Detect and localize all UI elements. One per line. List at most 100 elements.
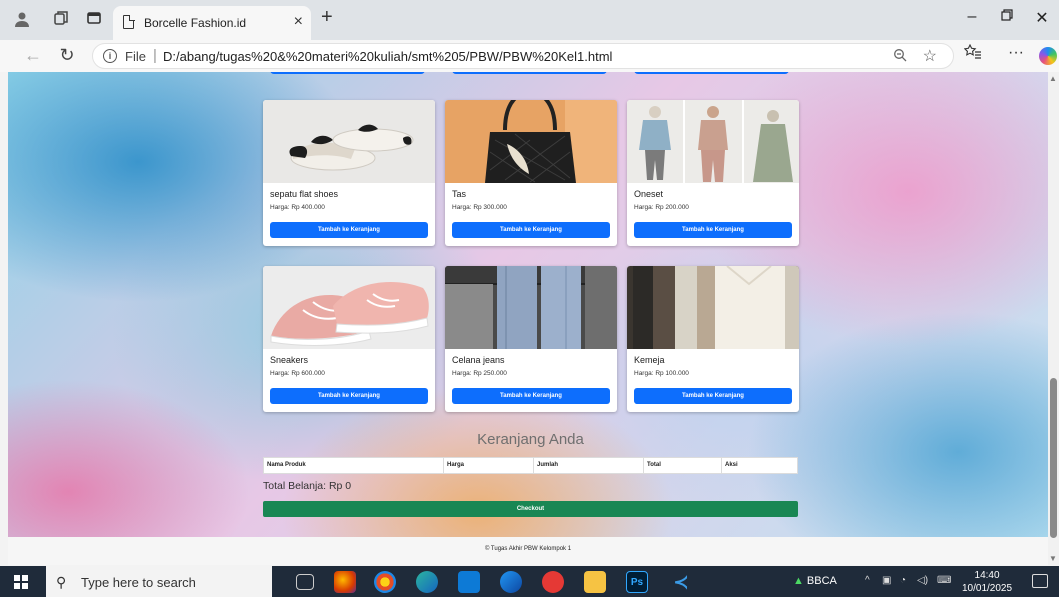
product-image-flat-shoes [263, 100, 435, 183]
product-image-bag [445, 100, 617, 183]
photoshop-icon[interactable]: Ps [626, 571, 648, 593]
stock-up-icon: ▲ [793, 575, 804, 587]
tab-actions-icon[interactable] [84, 10, 104, 30]
edge-icon[interactable] [416, 571, 438, 593]
product-price: Harga: Rp 300.000 [452, 204, 507, 211]
show-hidden-icons[interactable]: ^ [865, 575, 870, 586]
task-view-icon[interactable] [296, 574, 314, 590]
page-content: sepatu flat shoes Harga: Rp 400.000 Tamb… [8, 72, 1048, 537]
address-url[interactable]: D:/abang/tugas%20&%20materi%20kuliah/smt… [163, 49, 612, 64]
address-protocol-label: File [125, 49, 146, 64]
app-icon-colorful[interactable] [334, 571, 356, 593]
product-image-oneset [627, 100, 799, 183]
cart-column-header: Total [644, 458, 722, 473]
calculator-icon[interactable] [458, 571, 480, 593]
product-name: sepatu flat shoes [270, 189, 339, 199]
product-price: Harga: Rp 100.000 [634, 370, 689, 377]
vscode-icon[interactable]: ≺ [670, 571, 692, 593]
taskbar-search[interactable]: ⚲ Type here to search [46, 566, 272, 597]
new-tab-icon[interactable]: + [321, 6, 333, 29]
photos-icon[interactable] [500, 571, 522, 593]
profile-icon[interactable] [12, 10, 32, 30]
search-placeholder: Type here to search [81, 575, 196, 590]
taskbar-clock[interactable]: 14:40 10/01/2025 [962, 569, 1012, 595]
cart-column-header: Harga [444, 458, 534, 473]
notification-icon[interactable] [1032, 574, 1048, 588]
product-card: Tas Harga: Rp 300.000 Tambah ke Keranjan… [445, 100, 617, 246]
add-to-cart-button[interactable]: Tambah ke Keranjang [634, 222, 792, 238]
info-icon[interactable]: i [103, 49, 117, 63]
page-footer: © Tugas Akhir PBW Kelompok 1 [8, 537, 1048, 565]
restore-icon[interactable] [995, 8, 1019, 26]
product-image-shirts [627, 266, 799, 349]
network-icon[interactable]: ◔ [900, 575, 906, 586]
product-card: sepatu flat shoes Harga: Rp 400.000 Tamb… [263, 100, 435, 246]
cart-column-header: Nama Produk [264, 458, 444, 473]
scroll-up-icon[interactable]: ▲ [1049, 74, 1057, 83]
cart-column-header: Jumlah [534, 458, 644, 473]
cart-heading: Keranjang Anda [477, 431, 584, 448]
product-name: Oneset [634, 189, 664, 199]
product-card: Sneakers Harga: Rp 600.000 Tambah ke Ker… [263, 266, 435, 412]
close-tab-icon[interactable]: × [294, 13, 303, 31]
meet-now-icon[interactable]: ▣ [882, 575, 891, 586]
product-name: Tas [452, 189, 467, 199]
previous-row-button-edge[interactable] [270, 72, 425, 74]
active-tab[interactable]: Borcelle Fashion.id × [113, 6, 311, 40]
product-price: Harga: Rp 600.000 [270, 370, 325, 377]
windows-start-icon[interactable] [14, 575, 28, 589]
footer-text: © Tugas Akhir PBW Kelompok 1 [484, 546, 572, 552]
address-bar[interactable]: i File | D:/abang/tugas%20&%20materi%20k… [92, 43, 954, 69]
product-image-jeans [445, 266, 617, 349]
workspaces-icon[interactable] [51, 10, 71, 30]
clock-date: 10/01/2025 [962, 583, 1013, 594]
page-scrollbar[interactable]: ▲ ▼ [1048, 72, 1059, 565]
favorites-icon[interactable] [962, 43, 984, 65]
address-separator: | [153, 47, 157, 64]
more-options-icon[interactable]: ··· [1005, 44, 1027, 62]
search-icon: ⚲ [56, 574, 67, 590]
product-price: Harga: Rp 250.000 [452, 370, 507, 377]
product-name: Sneakers [270, 355, 309, 365]
windows-taskbar: ⚲ Type here to search Ps ≺ ▲ BBCA ^ ▣ ◔ ◁… [0, 566, 1059, 597]
product-card: Kemeja Harga: Rp 100.000 Tambah ke Keran… [627, 266, 799, 412]
add-to-cart-button[interactable]: Tambah ke Keranjang [452, 222, 610, 238]
clock-time: 14:40 [974, 570, 1000, 581]
product-image-sneakers [263, 266, 435, 349]
chrome-icon[interactable] [374, 571, 396, 593]
add-to-cart-button[interactable]: Tambah ke Keranjang [452, 388, 610, 404]
copilot-icon[interactable] [1039, 47, 1057, 65]
add-to-cart-button[interactable]: Tambah ke Keranjang [270, 222, 428, 238]
favorite-star-icon[interactable]: ☆ [923, 46, 937, 66]
product-price: Harga: Rp 400.000 [270, 204, 325, 211]
tab-title: Borcelle Fashion.id [144, 16, 247, 30]
cart-total: Total Belanja: Rp 0 [263, 480, 352, 492]
file-explorer-icon[interactable] [584, 571, 606, 593]
scrollbar-thumb[interactable] [1050, 378, 1057, 538]
document-icon [123, 14, 135, 29]
previous-row-button-edge[interactable] [452, 72, 607, 74]
minimize-icon[interactable]: – [960, 8, 984, 26]
stock-label: BBCA [806, 575, 837, 587]
product-price: Harga: Rp 200.000 [634, 204, 689, 211]
add-to-cart-button[interactable]: Tambah ke Keranjang [634, 388, 792, 404]
stock-widget[interactable]: ▲ BBCA [793, 575, 837, 587]
cart-table: Nama Produk Harga Jumlah Total Aksi [263, 457, 798, 474]
product-card: Oneset Harga: Rp 200.000 Tambah ke Keran… [627, 100, 799, 246]
browser-toolbar: ← ↻ i File | D:/abang/tugas%20&%20materi… [0, 40, 1059, 72]
checkout-button[interactable]: Checkout [263, 501, 798, 517]
product-card: Celana jeans Harga: Rp 250.000 Tambah ke… [445, 266, 617, 412]
media-icon[interactable] [542, 571, 564, 593]
refresh-icon[interactable]: ↻ [57, 45, 77, 66]
back-icon[interactable]: ← [23, 45, 43, 66]
close-window-icon[interactable]: ✕ [1030, 8, 1054, 28]
scroll-down-icon[interactable]: ▼ [1049, 554, 1057, 563]
volume-icon[interactable]: ◁) [917, 575, 928, 586]
zoom-icon[interactable] [893, 48, 907, 65]
browser-tab-bar: Borcelle Fashion.id × + – ✕ [0, 0, 1059, 40]
product-name: Kemeja [634, 355, 665, 365]
add-to-cart-button[interactable]: Tambah ke Keranjang [270, 388, 428, 404]
previous-row-button-edge[interactable] [634, 72, 789, 74]
input-method-icon[interactable]: ⌨ [937, 575, 951, 586]
product-name: Celana jeans [452, 355, 505, 365]
